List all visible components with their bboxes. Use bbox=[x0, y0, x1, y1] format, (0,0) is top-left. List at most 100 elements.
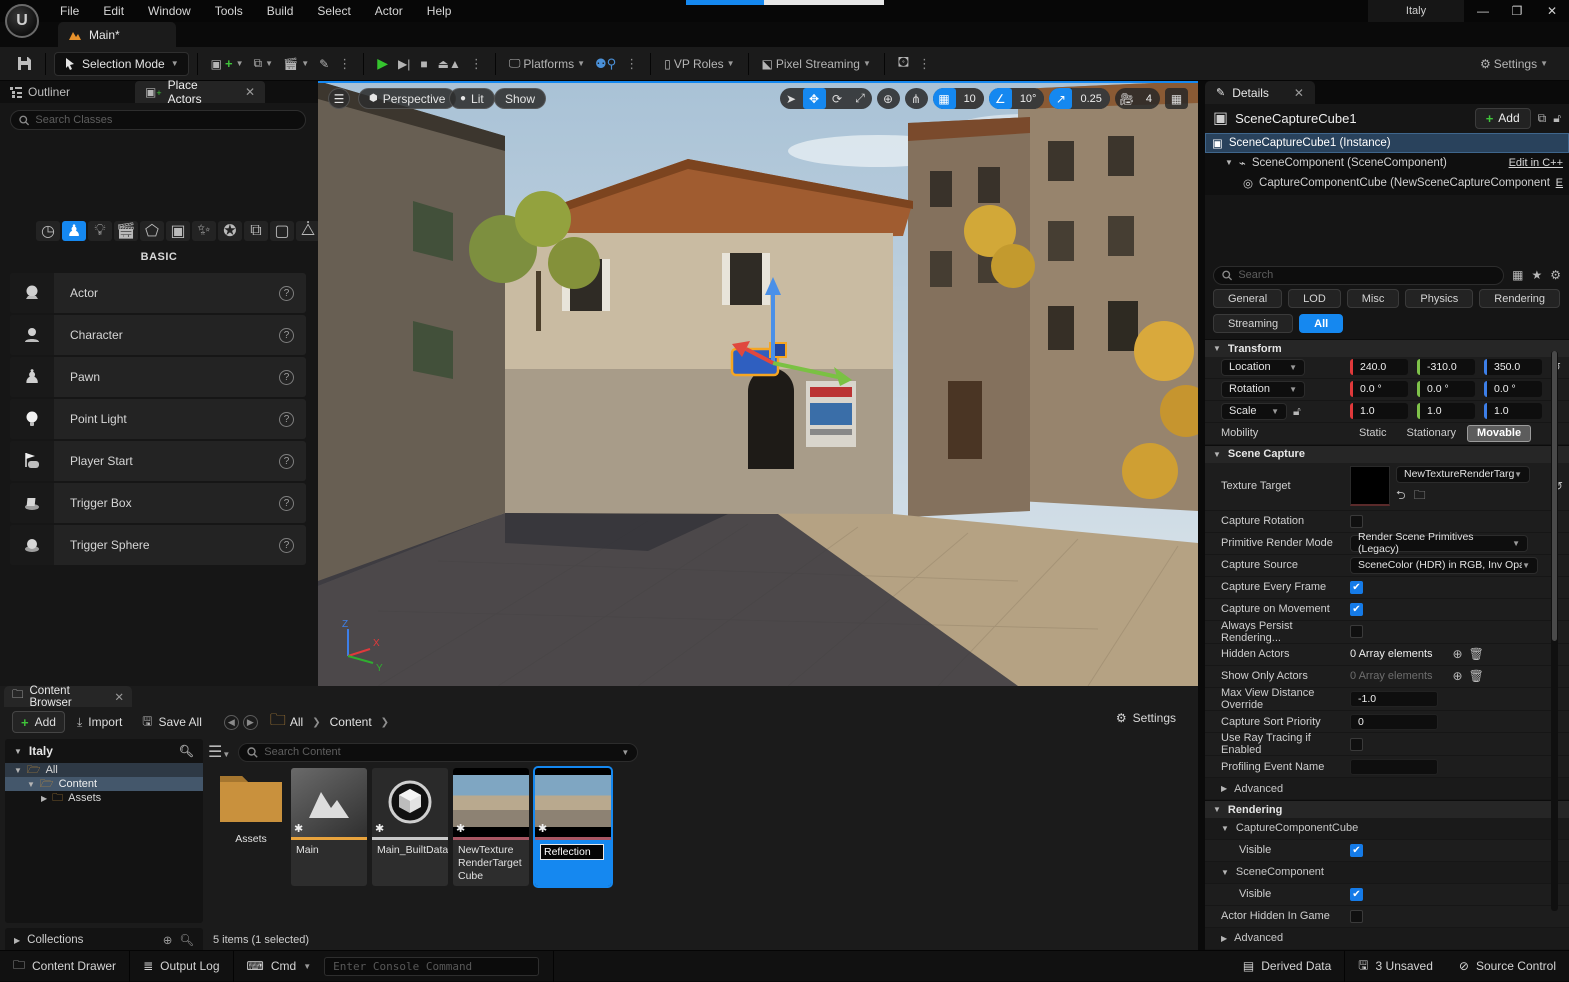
subsection-capture-component-cube[interactable]: ▼ CaptureComponentCube bbox=[1205, 818, 1569, 840]
clear-array-icon[interactable]: 🗑︎ bbox=[1469, 669, 1484, 683]
mobility-movable-button[interactable]: Movable bbox=[1467, 425, 1531, 442]
help-icon[interactable]: ? bbox=[279, 286, 294, 301]
world-space-icon[interactable]: ⊕ bbox=[877, 88, 900, 109]
visible-checkbox[interactable]: ✔ bbox=[1350, 844, 1363, 857]
component-row-scene-component[interactable]: ▼ ⌁ SceneComponent (SceneComponent) Edit… bbox=[1205, 153, 1569, 173]
subsection-scene-component[interactable]: ▼ SceneComponent bbox=[1205, 862, 1569, 884]
mobility-static-button[interactable]: Static bbox=[1350, 425, 1396, 442]
play-button[interactable]: ▶ bbox=[372, 55, 393, 72]
add-actor-icon[interactable]: ▣+▼ bbox=[206, 56, 249, 71]
search-content-input[interactable] bbox=[264, 746, 615, 758]
content-browser-settings-button[interactable]: ⚙ Settings bbox=[1116, 711, 1176, 725]
search-classes-box[interactable] bbox=[10, 110, 306, 130]
scrollbar-thumb[interactable] bbox=[1552, 351, 1557, 641]
add-collection-icon[interactable]: ⊕ bbox=[163, 933, 173, 947]
save-icon[interactable] bbox=[12, 56, 37, 71]
unsaved-button[interactable]: 🖫 3 Unsaved bbox=[1345, 951, 1446, 982]
capture-rotation-checkbox[interactable] bbox=[1350, 515, 1363, 528]
breadcrumb-all[interactable]: All bbox=[290, 715, 303, 729]
use-ray-tracing-checkbox[interactable] bbox=[1350, 738, 1363, 751]
scale-lock-icon[interactable]: 🔓︎ bbox=[1293, 404, 1301, 419]
place-actor-item-character[interactable]: Character ? bbox=[10, 315, 306, 355]
shapes-category-icon[interactable]: ⬠ bbox=[140, 221, 164, 241]
texture-target-dropdown[interactable]: NewTextureRenderTarge▼ bbox=[1396, 466, 1530, 483]
platforms-dropdown[interactable]: 🖵︎Platforms▼ bbox=[504, 56, 590, 71]
capture-sort-priority-field[interactable]: 0 bbox=[1350, 714, 1438, 730]
multi-user-options-icon[interactable]: ⋮ bbox=[621, 56, 642, 72]
scale-snap-value[interactable]: 0.25 bbox=[1072, 88, 1109, 109]
content-drawer-button[interactable]: 🗀 Content Drawer bbox=[0, 951, 129, 982]
console-command-box[interactable] bbox=[324, 957, 539, 976]
frame-skip-button[interactable]: ▶| bbox=[393, 57, 415, 71]
filter-icon[interactable]: ☰▼ bbox=[208, 742, 230, 762]
visible-checkbox[interactable]: ✔ bbox=[1350, 888, 1363, 901]
broadcast-icon[interactable]: 🖸 bbox=[893, 53, 914, 74]
volumes-category-icon[interactable]: ⧉ bbox=[244, 221, 268, 241]
settings-dropdown[interactable]: ⚙Settings▼ bbox=[1475, 57, 1553, 71]
tree-item-all[interactable]: ▼ 🗁 All bbox=[5, 763, 203, 777]
rotation-snap-value[interactable]: 10° bbox=[1012, 88, 1045, 109]
rotation-x-field[interactable]: 0.0 ° bbox=[1350, 381, 1408, 397]
texture-target-thumbnail[interactable] bbox=[1350, 466, 1390, 506]
selection-mode-dropdown[interactable]: Selection Mode ▼ bbox=[54, 52, 189, 76]
menu-help[interactable]: Help bbox=[415, 0, 464, 22]
collapse-icon[interactable]: ▼ bbox=[14, 747, 22, 756]
actor-hidden-checkbox[interactable] bbox=[1350, 910, 1363, 923]
location-x-field[interactable]: 240.0 bbox=[1350, 359, 1408, 375]
profiling-event-name-field[interactable] bbox=[1350, 759, 1438, 775]
rotation-y-field[interactable]: 0.0 ° bbox=[1417, 381, 1475, 397]
location-y-field[interactable]: -310.0 bbox=[1417, 359, 1475, 375]
add-asset-button[interactable]: + Add bbox=[12, 711, 65, 733]
minimize-button[interactable]: — bbox=[1466, 0, 1500, 22]
place-actor-item-pawn[interactable]: ♟ Pawn ? bbox=[10, 357, 306, 397]
blueprint-convert-icon[interactable]: ⧉ bbox=[1538, 111, 1547, 126]
close-icon[interactable]: ✕ bbox=[1294, 86, 1304, 100]
asset-tile-reflection-selected[interactable]: ✱ bbox=[535, 768, 611, 886]
select-tool-icon[interactable]: ➤ bbox=[780, 88, 803, 109]
multi-user-icon[interactable]: ⚉⚲ bbox=[590, 56, 621, 72]
menu-window[interactable]: Window bbox=[136, 0, 203, 22]
menu-edit[interactable]: Edit bbox=[91, 0, 136, 22]
edit-in-cpp-link-truncated[interactable]: E bbox=[1556, 177, 1563, 189]
broadcast-options-icon[interactable]: ⋮ bbox=[914, 56, 935, 72]
tree-item-assets[interactable]: ▶ 🗀 Assets bbox=[5, 791, 203, 805]
rotation-snap-icon[interactable]: ∠ bbox=[989, 88, 1012, 109]
section-transform[interactable]: ▼ Transform bbox=[1205, 339, 1569, 357]
always-persist-checkbox[interactable] bbox=[1350, 625, 1363, 638]
restore-button[interactable]: ❐ bbox=[1500, 0, 1534, 22]
cmd-dropdown[interactable]: ⌨︎ Cmd ▼ bbox=[234, 951, 325, 982]
component-row-capture-component[interactable]: ◎ CaptureComponentCube (NewSceneCaptureC… bbox=[1205, 173, 1569, 193]
perspective-dropdown[interactable]: ⬢ Perspective bbox=[358, 88, 456, 109]
help-icon[interactable]: ? bbox=[279, 454, 294, 469]
max-view-distance-field[interactable]: -1.0 bbox=[1350, 691, 1438, 707]
scale-y-field[interactable]: 1.0 bbox=[1417, 403, 1475, 419]
help-icon[interactable]: ? bbox=[279, 328, 294, 343]
add-component-button[interactable]: + Add bbox=[1475, 108, 1531, 129]
scale-x-field[interactable]: 1.0 bbox=[1350, 403, 1408, 419]
grid-snap-value[interactable]: 10 bbox=[956, 88, 984, 109]
details-search-input[interactable] bbox=[1238, 269, 1495, 281]
display-options-icon[interactable]: ▦ bbox=[1512, 268, 1523, 282]
back-icon[interactable]: ◀ bbox=[224, 715, 239, 730]
level-viewport[interactable]: Z X Y ☰ ⬢ Perspective ● Lit Show ➤ ✥ ⟳ bbox=[318, 81, 1198, 686]
show-dropdown[interactable]: Show bbox=[494, 88, 546, 109]
asset-tile-main[interactable]: ✱ Main bbox=[291, 768, 367, 886]
place-actor-item-trigger-sphere[interactable]: Trigger Sphere ? bbox=[10, 525, 306, 565]
surface-snap-icon[interactable]: ⋔ bbox=[905, 88, 928, 109]
tab-details[interactable]: ✎ Details ✕ bbox=[1205, 81, 1315, 104]
test-category-icon[interactable]: ▢ bbox=[270, 221, 294, 241]
menu-file[interactable]: File bbox=[48, 0, 91, 22]
cinematic-category-icon[interactable]: 🎬︎ bbox=[114, 221, 138, 241]
asset-tile-assets-folder[interactable]: Assets bbox=[213, 768, 289, 846]
tab-place-actors[interactable]: ▣+ Place Actors ✕ bbox=[135, 81, 265, 103]
scale-dropdown[interactable]: Scale▼ bbox=[1221, 403, 1287, 420]
row-advanced-rendering[interactable]: ▶ Advanced bbox=[1205, 928, 1569, 950]
place-actor-item-trigger-box[interactable]: Trigger Box ? bbox=[10, 483, 306, 523]
help-icon[interactable]: ? bbox=[279, 412, 294, 427]
filter-tab-rendering[interactable]: Rendering bbox=[1479, 289, 1560, 308]
camera-speed-icon[interactable]: 🎥︎ bbox=[1115, 88, 1138, 109]
use-selected-asset-icon[interactable]: ⮌ bbox=[1396, 486, 1406, 507]
location-z-field[interactable]: 350.0 bbox=[1484, 359, 1542, 375]
save-all-button[interactable]: 🖫 Save All bbox=[134, 711, 210, 733]
effects-category-icon[interactable]: ✨︎ bbox=[192, 221, 216, 241]
